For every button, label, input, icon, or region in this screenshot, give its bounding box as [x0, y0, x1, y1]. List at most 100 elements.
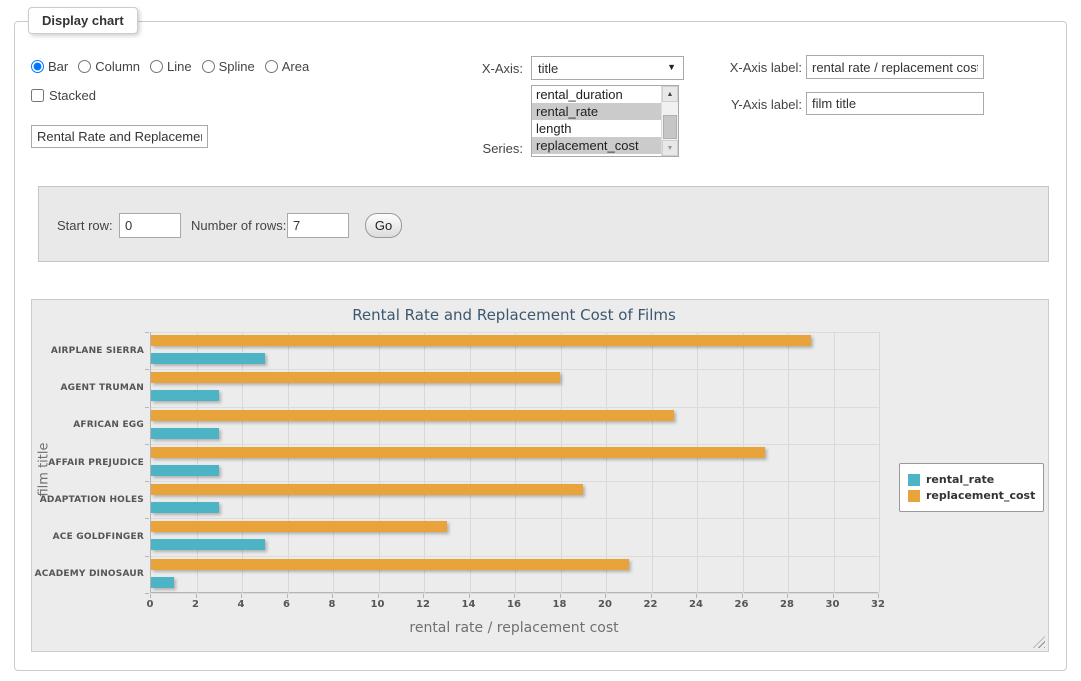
- x-axis-label-field-label: X-Axis label:: [702, 60, 802, 75]
- bar-replacement_cost[interactable]: [151, 521, 447, 532]
- bar-replacement_cost[interactable]: [151, 484, 583, 495]
- bar-rental_rate[interactable]: [151, 539, 265, 550]
- chart-type-line[interactable]: Line: [150, 59, 192, 74]
- x-tick-label: 4: [238, 599, 245, 610]
- scrollbar-down-icon[interactable]: ▼: [662, 140, 678, 156]
- chart-type-column[interactable]: Column: [78, 59, 140, 74]
- area-radio[interactable]: [265, 60, 278, 73]
- x-axis-label-input[interactable]: [806, 55, 984, 79]
- chart-legend: rental_rate replacement_cost: [899, 463, 1044, 512]
- y-tick-mark: [145, 518, 149, 519]
- x-axis-field-label: X-Axis:: [423, 61, 523, 76]
- y-tick-mark: [145, 444, 149, 445]
- gridline-horizontal: [151, 444, 879, 445]
- display-chart-fieldset: BarColumnLineSplineArea Stacked X-Axis: …: [14, 21, 1067, 671]
- number-of-rows-input[interactable]: [287, 213, 349, 238]
- plot-area: [150, 332, 878, 593]
- legend-label: replacement_cost: [926, 489, 1035, 502]
- x-tick-label: 0: [147, 599, 154, 610]
- x-tick-mark: [833, 594, 834, 598]
- fieldset-legend: Display chart: [28, 7, 138, 34]
- series-option-length[interactable]: length: [532, 120, 661, 137]
- chart-type-area[interactable]: Area: [265, 59, 309, 74]
- gridline-vertical: [697, 332, 698, 593]
- go-button[interactable]: Go: [365, 213, 402, 238]
- bar-rental_rate[interactable]: [151, 577, 174, 588]
- category-label: AFFAIR PREJUDICE: [32, 458, 144, 468]
- x-tick-label: 6: [283, 599, 290, 610]
- x-tick-mark: [605, 594, 606, 598]
- series-option-rental_duration[interactable]: rental_duration: [532, 86, 661, 103]
- stacked-checkbox-row[interactable]: Stacked: [31, 88, 96, 103]
- series-listbox[interactable]: rental_durationrental_ratelengthreplacem…: [531, 85, 679, 157]
- resize-handle-icon[interactable]: [1033, 636, 1045, 648]
- category-label: AGENT TRUMAN: [32, 383, 144, 393]
- bar-rental_rate[interactable]: [151, 390, 219, 401]
- chart-type-label: Line: [167, 59, 192, 74]
- x-tick-mark: [878, 594, 879, 598]
- bar-radio[interactable]: [31, 60, 44, 73]
- y-tick-mark: [145, 332, 149, 333]
- x-tick-mark: [423, 594, 424, 598]
- x-tick-label: 18: [553, 599, 567, 610]
- stacked-checkbox[interactable]: [31, 89, 44, 102]
- gridline-vertical: [788, 332, 789, 593]
- legend-label: rental_rate: [926, 473, 994, 486]
- bar-rental_rate[interactable]: [151, 353, 265, 364]
- category-label: AIRPLANE SIERRA: [32, 346, 144, 356]
- bar-replacement_cost[interactable]: [151, 410, 674, 421]
- y-axis-label-input[interactable]: [806, 92, 984, 115]
- chart-type-spline[interactable]: Spline: [202, 59, 255, 74]
- x-tick-label: 32: [871, 599, 885, 610]
- gridline-horizontal: [151, 407, 879, 408]
- start-row-input[interactable]: [119, 213, 181, 238]
- x-tick-label: 16: [507, 599, 521, 610]
- scrollbar-thumb[interactable]: [663, 115, 677, 139]
- x-axis-select[interactable]: title ▼: [531, 56, 684, 80]
- x-tick-mark: [560, 594, 561, 598]
- start-row-label: Start row:: [57, 218, 113, 233]
- chart-title-input[interactable]: [31, 125, 208, 148]
- chart-type-options: Bar Column Line Spline Area: [31, 56, 319, 76]
- column-radio[interactable]: [78, 60, 91, 73]
- spline-radio[interactable]: [202, 60, 215, 73]
- y-tick-mark: [145, 369, 149, 370]
- x-axis-title: rental rate / replacement cost: [409, 620, 618, 636]
- series-field-label: Series:: [423, 141, 523, 156]
- bar-replacement_cost[interactable]: [151, 447, 765, 458]
- x-tick-label: 14: [462, 599, 476, 610]
- category-label: AFRICAN EGG: [32, 420, 144, 430]
- x-tick-label: 10: [371, 599, 385, 610]
- chart-container: Rental Rate and Replacement Cost of Film…: [31, 299, 1049, 652]
- x-tick-mark: [651, 594, 652, 598]
- bar-replacement_cost[interactable]: [151, 335, 811, 346]
- rows-panel: Start row: Number of rows: Go: [38, 186, 1049, 262]
- chart-type-label: Spline: [219, 59, 255, 74]
- y-axis-label-field-label: Y-Axis label:: [702, 97, 802, 112]
- legend-item-replacement_cost[interactable]: replacement_cost: [908, 489, 1035, 502]
- series-option-rental_rate[interactable]: rental_rate: [532, 103, 661, 120]
- gridline-horizontal: [151, 481, 879, 482]
- x-tick-label: 30: [826, 599, 840, 610]
- gridline-horizontal: [151, 556, 879, 557]
- bar-rental_rate[interactable]: [151, 428, 219, 439]
- series-scrollbar[interactable]: ▲ ▼: [661, 86, 678, 156]
- chart-type-label: Bar: [48, 59, 68, 74]
- category-label: ADAPTATION HOLES: [32, 495, 144, 505]
- scrollbar-up-icon[interactable]: ▲: [662, 86, 678, 102]
- gridline-vertical: [561, 332, 562, 593]
- bar-rental_rate[interactable]: [151, 465, 219, 476]
- line-radio[interactable]: [150, 60, 163, 73]
- bar-rental_rate[interactable]: [151, 502, 219, 513]
- x-tick-label: 2: [192, 599, 199, 610]
- gridline-horizontal: [151, 369, 879, 370]
- category-label: ACADEMY DINOSAUR: [32, 569, 144, 579]
- stacked-label: Stacked: [49, 88, 96, 103]
- x-tick-mark: [241, 594, 242, 598]
- bar-replacement_cost[interactable]: [151, 372, 560, 383]
- bar-replacement_cost[interactable]: [151, 559, 629, 570]
- y-tick-mark: [145, 481, 149, 482]
- series-option-replacement_cost[interactable]: replacement_cost: [532, 137, 661, 154]
- chart-type-bar[interactable]: Bar: [31, 59, 68, 74]
- legend-item-rental_rate[interactable]: rental_rate: [908, 473, 1035, 486]
